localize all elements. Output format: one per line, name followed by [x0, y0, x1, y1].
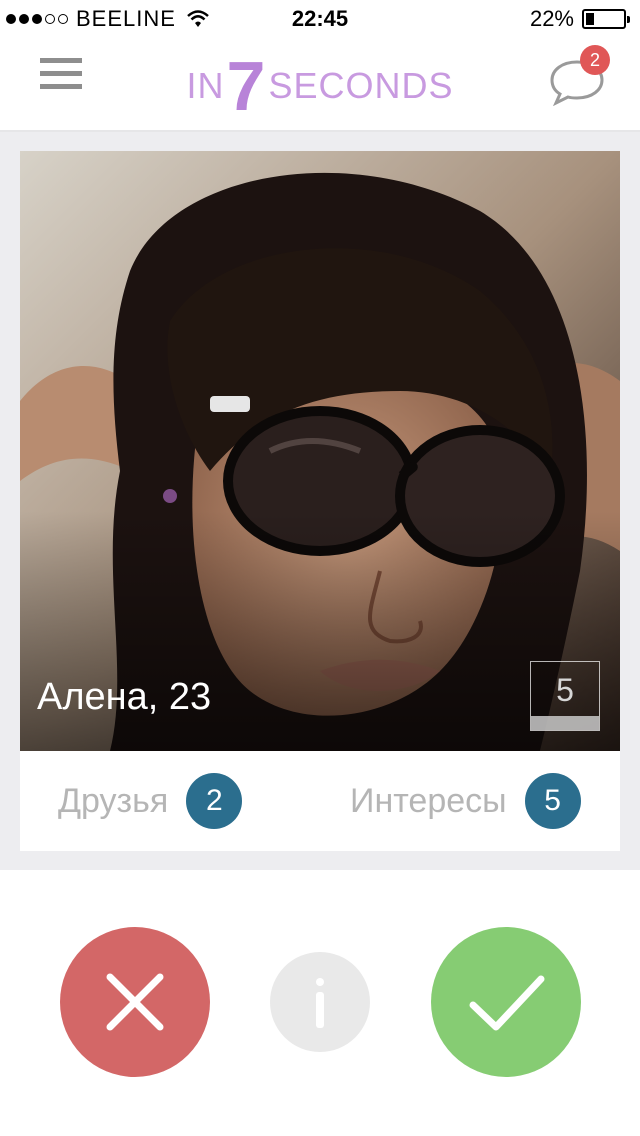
friends-count-badge: 2: [186, 773, 243, 829]
checkmark-icon: [469, 975, 545, 1031]
friends-stat[interactable]: Друзья 2: [58, 773, 243, 829]
dislike-button[interactable]: [60, 927, 210, 1077]
photo-count-value: 5: [556, 672, 574, 708]
status-bar: BEELINE 22:45 22%: [0, 0, 640, 40]
status-right: 22%: [529, 6, 630, 32]
logo-text-seconds: SECONDS: [268, 65, 454, 106]
interests-label: Интересы: [350, 781, 507, 820]
profile-photo[interactable]: Алена, 23 5: [20, 151, 620, 751]
battery-percent: 22%: [529, 6, 574, 31]
interests-count-badge: 5: [524, 773, 581, 829]
profile-card[interactable]: Алена, 23 5 Друзья 2 Интересы 5: [20, 151, 620, 851]
interests-stat[interactable]: Интересы 5: [350, 773, 581, 829]
nav-bar: IN7SECONDS 2: [0, 40, 640, 132]
info-button[interactable]: [270, 952, 370, 1052]
info-icon: [316, 978, 324, 1028]
battery-icon: [582, 9, 630, 29]
app-logo: IN7SECONDS: [0, 46, 640, 126]
profile-stats: Друзья 2 Интересы 5: [20, 751, 620, 851]
profile-name-age: Алена, 23: [37, 676, 212, 718]
photo-count-bar: [531, 716, 599, 730]
friends-label: Друзья: [58, 781, 169, 820]
logo-text-in: IN: [186, 65, 225, 106]
messages-badge: 2: [580, 45, 610, 75]
photo-count-badge[interactable]: 5: [530, 661, 600, 731]
like-button[interactable]: [431, 927, 581, 1077]
logo-number: 7: [226, 47, 267, 125]
close-icon: [106, 973, 164, 1031]
